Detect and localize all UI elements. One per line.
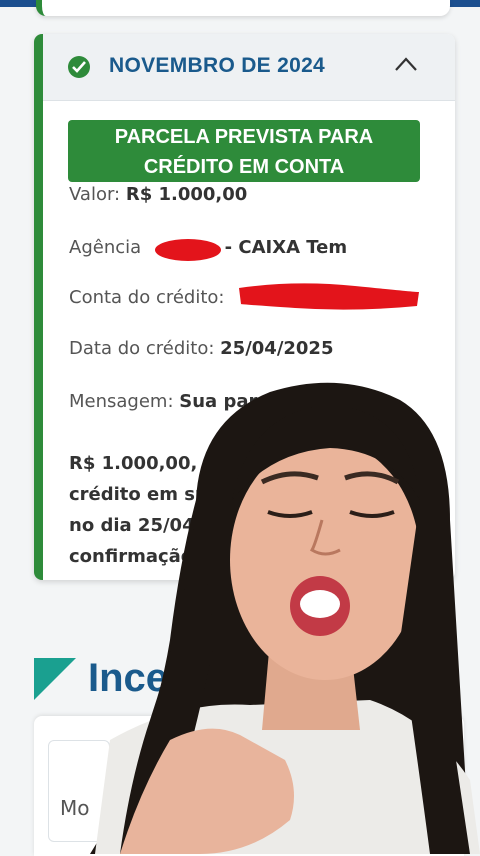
- status-line-1: PARCELA PREVISTA PARA: [114, 126, 374, 148]
- data-value: 25/04/2025: [220, 338, 334, 359]
- mensagem-line-1b: de: [219, 422, 245, 443]
- lower-inner-box: [48, 740, 110, 842]
- conta-label: Conta do crédito:: [69, 287, 225, 308]
- conta-row: Conta do crédito:: [69, 287, 225, 308]
- check-circle-icon: [68, 56, 90, 78]
- month-title: NOVEMBRO DE 2024: [109, 54, 326, 77]
- valor-row: Valor: R$ 1.000,00: [69, 184, 247, 205]
- mensagem-line-4: no dia 25/04/2: [69, 515, 214, 536]
- valor-value: R$ 1.000,00: [125, 184, 248, 205]
- mensagem-line-3: crédito em sua c: [69, 484, 237, 505]
- month-card: NOVEMBRO DE 2024 PARCELA PREVISTA PARA C…: [34, 34, 455, 580]
- mensagem-line-5: confirmação d: [69, 546, 213, 567]
- agencia-value: - CAIXA Tem: [224, 237, 348, 258]
- mensagem-line-1: Sua parcel: [179, 391, 287, 412]
- mensagem-label: Mensagem:: [69, 391, 174, 412]
- redaction-scribble: [239, 283, 419, 310]
- status-banner: PARCELA PREVISTA PARA CRÉDITO EM CONTA: [68, 120, 420, 182]
- mensagem-line-2: R$ 1.000,00, está: [69, 453, 248, 474]
- chevron-up-icon[interactable]: [395, 57, 417, 71]
- status-line-2: CRÉDITO EM CONTA: [143, 156, 345, 178]
- previous-month-card[interactable]: [36, 0, 450, 16]
- section-title: Ince: [88, 656, 169, 700]
- lower-card-text: Mo: [60, 796, 90, 820]
- lower-card[interactable]: Mo: [34, 716, 464, 856]
- valor-label: Valor:: [69, 184, 121, 205]
- redaction-mark: [155, 239, 221, 261]
- section-flag-icon: [34, 658, 76, 700]
- data-row: Data do crédito: 25/04/2025: [69, 338, 333, 359]
- agencia-label: Agência: [69, 237, 142, 258]
- data-label: Data do crédito:: [69, 338, 215, 359]
- month-card-header[interactable]: NOVEMBRO DE 2024: [43, 34, 455, 101]
- mensagem-block: Mensagem: Sua parcel de R$ 1.000,00, est…: [69, 386, 421, 572]
